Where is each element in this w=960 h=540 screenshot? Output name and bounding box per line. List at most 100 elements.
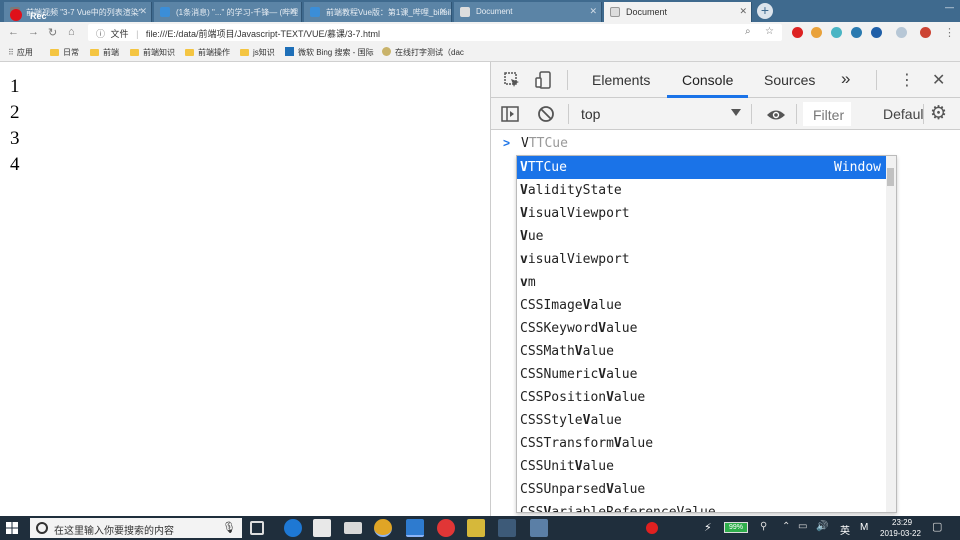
back-icon[interactable]: ← (8, 26, 19, 38)
close-icon[interactable]: ✕ (139, 6, 147, 17)
browser-tab-active[interactable]: Document ✕ (604, 2, 752, 22)
suggestion-item[interactable]: CSSTransformValue (517, 432, 887, 455)
edge-icon[interactable] (284, 519, 302, 537)
bookmark-folder[interactable]: 前端 (90, 47, 119, 58)
bookmark-link[interactable]: 微软 Bing 搜索 - 国际 (285, 47, 374, 58)
tab-elements[interactable]: Elements (592, 72, 650, 88)
scrollbar-thumb[interactable] (887, 168, 894, 186)
volume-icon[interactable]: 🔊 (816, 521, 834, 539)
device-toolbar-icon[interactable] (535, 71, 553, 89)
suggestion-item[interactable]: CSSKeywordValue (517, 317, 887, 340)
app-icon[interactable] (467, 519, 485, 537)
gear-icon[interactable]: ⚙ (930, 102, 947, 125)
tab-title: Document (626, 7, 668, 17)
browser-tab-2[interactable]: (1条消息) "..." 的学习-千锋— (哔哩 ✕ (154, 2, 302, 22)
battery-indicator[interactable]: 99% (724, 522, 748, 533)
suggestion-item[interactable]: CSSMathValue (517, 340, 887, 363)
close-icon[interactable]: ✕ (439, 6, 447, 17)
apps-grid-icon: ⠿ (8, 48, 14, 57)
bookmark-folder[interactable]: 前端操作 (185, 47, 230, 58)
suggestion-item[interactable]: VisualViewport (517, 202, 887, 225)
people-icon[interactable]: ⚲ (760, 521, 778, 539)
microphone-icon[interactable]: 🎙 (222, 521, 236, 534)
suggestion-item[interactable]: CSSPositionValue (517, 386, 887, 409)
suggestion-item[interactable]: CSSVariableReferenceValue (517, 501, 887, 512)
browser-tab-4[interactable]: Document ✕ (454, 2, 602, 22)
suggestion-item-selected[interactable]: VTTCue Window (517, 156, 887, 179)
browser-tab-3[interactable]: 前端教程Vue版：第1课_哔哩_bilibili ✕ (304, 2, 452, 22)
profile-avatar[interactable] (920, 27, 931, 38)
vscode-icon[interactable] (406, 519, 424, 537)
forward-icon[interactable]: → (28, 26, 39, 38)
power-plug-icon[interactable]: ⚡ (704, 521, 716, 539)
store-icon[interactable] (313, 519, 331, 537)
windows-start-icon[interactable] (6, 522, 18, 534)
address-bar[interactable]: ⓘ 文件 | file:///E:/data/前端项目/Javascript-T… (88, 24, 782, 41)
new-tab-button[interactable]: + (757, 3, 773, 19)
bookmark-folder[interactable]: 前端知识 (130, 47, 175, 58)
tab-sources[interactable]: Sources (764, 72, 815, 88)
ime-indicator[interactable]: M (860, 522, 868, 533)
reload-icon[interactable]: ↻ (48, 26, 57, 39)
toggle-sidebar-icon[interactable] (501, 105, 519, 123)
suggestion-item[interactable]: Vue (517, 225, 887, 248)
bookmark-link[interactable]: 在线打字测试（dac (382, 47, 464, 58)
clock-date[interactable]: 2019-03-22 (880, 529, 921, 538)
suggestion-item[interactable]: CSSNumericValue (517, 363, 887, 386)
record-label: Rec (30, 11, 47, 21)
taskbar-search-input[interactable]: 在这里输入你要搜索的内容 🎙 (30, 518, 242, 538)
suggestion-item[interactable]: vm (517, 271, 887, 294)
suggestion-item[interactable]: CSSUnitValue (517, 455, 887, 478)
bookmark-folder[interactable]: js知识 (240, 47, 275, 58)
scrollbar[interactable] (886, 156, 896, 512)
suggestion-item[interactable]: CSSStyleValue (517, 409, 887, 432)
chevron-down-icon[interactable] (731, 109, 741, 116)
kebab-menu-icon[interactable]: ⋮ (899, 70, 915, 90)
extension-icon[interactable] (871, 27, 882, 38)
suggestion-item[interactable]: CSSImageValue (517, 294, 887, 317)
filter-input[interactable]: Filter (803, 102, 851, 126)
close-icon[interactable]: ✕ (589, 6, 597, 17)
more-tabs-icon[interactable]: » (841, 69, 850, 89)
log-levels-dropdown[interactable]: Default levels (883, 106, 923, 122)
list-item: 3 (10, 128, 20, 149)
extension-icon[interactable] (792, 27, 803, 38)
home-icon[interactable]: ⌂ (68, 26, 75, 38)
bookmark-apps[interactable]: ⠿ 应用 (8, 47, 33, 58)
suggestion-item[interactable]: CSSUnparsedValue (517, 478, 887, 501)
zoom-icon[interactable]: ⌕ (745, 26, 751, 37)
task-view-icon[interactable] (250, 521, 264, 535)
record-tray-icon[interactable] (646, 522, 658, 534)
network-icon[interactable]: ▭ (798, 521, 816, 539)
mail-icon[interactable] (344, 522, 362, 534)
extension-icon[interactable] (851, 27, 862, 38)
suggestion-item[interactable]: visualViewport (517, 248, 887, 271)
close-icon[interactable]: ✕ (739, 6, 747, 17)
suggestion-item[interactable]: ValidityState (517, 179, 887, 202)
chrome-icon[interactable] (374, 519, 392, 537)
extension-icon[interactable] (831, 27, 842, 38)
bookmark-folder[interactable]: 日常 (50, 47, 79, 58)
extension-icon[interactable] (811, 27, 822, 38)
extension-icon[interactable] (896, 27, 907, 38)
menu-icon[interactable]: ⋮ (944, 26, 955, 39)
language-indicator[interactable]: 英 (840, 522, 850, 537)
bookmark-star-icon[interactable]: ☆ (765, 26, 774, 37)
close-icon[interactable]: ✕ (289, 6, 297, 17)
bing-icon (285, 47, 294, 56)
app-icon[interactable] (530, 519, 548, 537)
eye-icon[interactable] (766, 106, 786, 124)
clock-time[interactable]: 23:29 (892, 518, 912, 527)
tab-console[interactable]: Console (682, 72, 733, 88)
notifications-icon[interactable]: ▢ (932, 520, 950, 538)
close-devtools-icon[interactable]: ✕ (932, 70, 945, 90)
browser-tab-1[interactable]: 前端视频 "3-7 Vue中的列表渲染" ✕ (4, 2, 152, 22)
console-input[interactable]: VTTCue (521, 136, 568, 151)
info-icon[interactable]: ⓘ (96, 29, 105, 39)
music-app-icon[interactable] (437, 519, 455, 537)
window-controls[interactable]: — (945, 2, 954, 12)
clear-console-icon[interactable] (537, 105, 555, 123)
context-selector[interactable]: top (581, 106, 600, 122)
app-icon[interactable] (498, 519, 516, 537)
inspect-element-icon[interactable] (503, 71, 521, 89)
